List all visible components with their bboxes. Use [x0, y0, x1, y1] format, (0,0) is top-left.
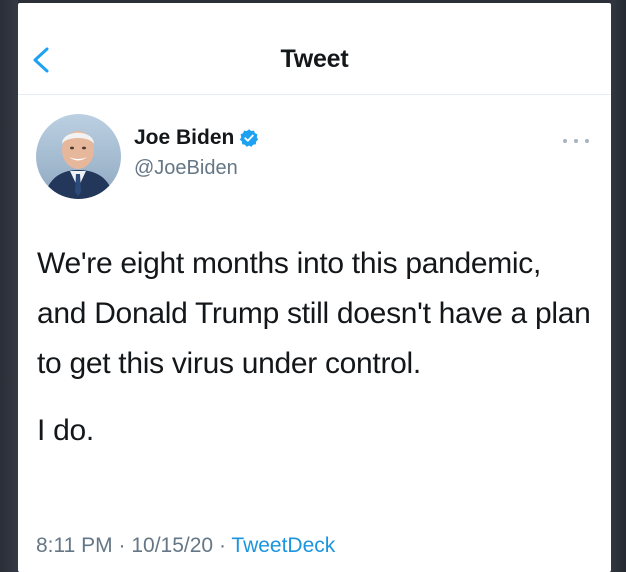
meta-separator: ·: [218, 534, 226, 557]
tweet-time: 8:11 PM: [36, 534, 113, 557]
tweet-paragraph: I do.: [37, 414, 94, 447]
author-name-row[interactable]: Joe Biden: [134, 126, 259, 150]
tweet-paragraph: We're eight months into this pandemic, a…: [37, 247, 591, 380]
tweet-date: 10/15/20: [131, 534, 214, 557]
author-name: Joe Biden: [134, 126, 235, 149]
background-app-right-edge: [611, 0, 626, 572]
more-options-button[interactable]: [561, 131, 591, 151]
tweet-detail-view: Tweet Joe Biden @JoeBiden We're eight mo…: [18, 3, 611, 572]
tweet-text: We're eight months into this pandemic, a…: [37, 239, 597, 456]
verified-badge-icon: [240, 129, 259, 147]
tweet-metadata: 8:11 PM · 10/15/20 · TweetDeck: [36, 534, 335, 558]
page-title: Tweet: [280, 45, 349, 73]
background-app-left-edge: [0, 0, 18, 572]
avatar-photo: [36, 114, 121, 199]
top-bar: Tweet: [18, 3, 611, 95]
avatar[interactable]: [36, 114, 121, 199]
tweet-source-link[interactable]: TweetDeck: [231, 534, 335, 557]
author-handle[interactable]: @JoeBiden: [134, 157, 238, 180]
meta-separator: ·: [118, 534, 126, 557]
